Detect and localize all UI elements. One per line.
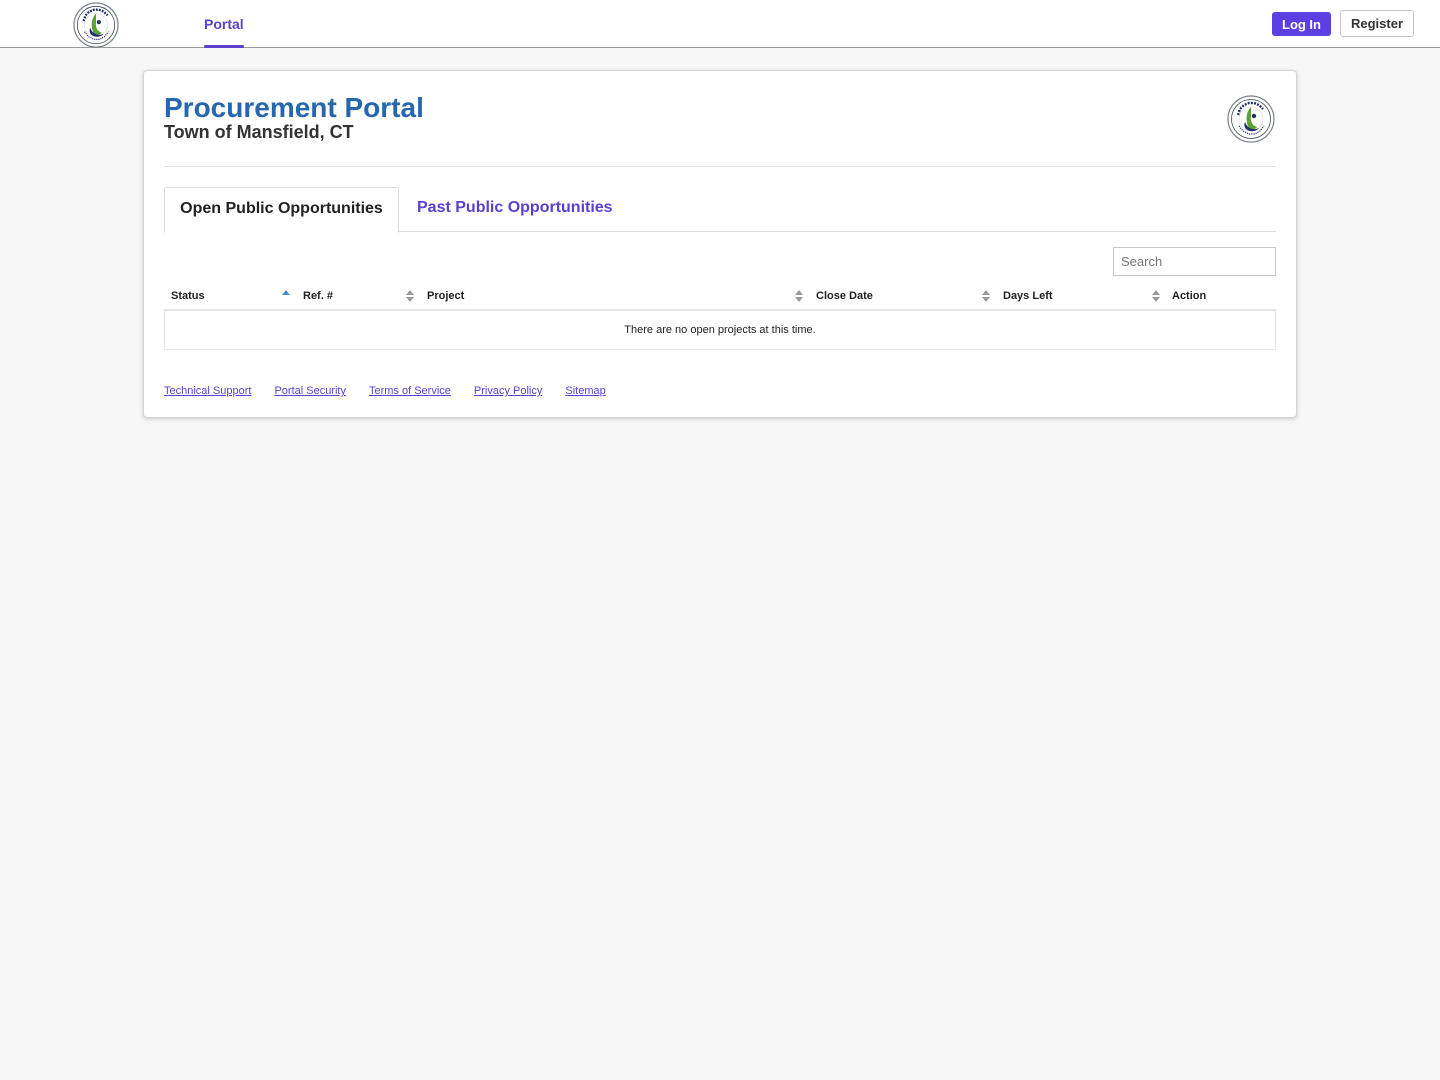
sort-ascending-icon[interactable] xyxy=(282,290,290,303)
footer-link-terms-of-service[interactable]: Terms of Service xyxy=(369,385,451,397)
search-input[interactable] xyxy=(1113,247,1276,276)
header-divider xyxy=(164,166,1276,167)
column-header-close-date[interactable]: Close Date xyxy=(816,283,873,309)
page-subtitle: Town of Mansfield, CT xyxy=(164,122,354,142)
footer-link-portal-security[interactable]: Portal Security xyxy=(274,385,346,397)
footer-link-technical-support[interactable]: Technical Support xyxy=(164,385,251,397)
sort-icon[interactable] xyxy=(406,290,414,303)
column-header-ref[interactable]: Ref. # xyxy=(303,283,333,309)
mansfield-seal-logo-icon[interactable] xyxy=(73,2,119,48)
empty-table-message: There are no open projects at this time. xyxy=(624,324,816,336)
procurement-portal-card: Procurement Portal Town of Mansfield, CT… xyxy=(143,70,1297,418)
sort-icon[interactable] xyxy=(982,290,990,303)
column-header-action[interactable]: Action xyxy=(1172,283,1206,309)
footer-links: Technical Support Portal Security Terms … xyxy=(164,385,606,397)
opportunities-table: Status Ref. # Project Close Date Days Le… xyxy=(164,283,1276,350)
register-button[interactable]: Register xyxy=(1340,10,1414,37)
mansfield-seal-header-icon xyxy=(1227,95,1275,143)
tab-open-public-opportunities[interactable]: Open Public Opportunities xyxy=(164,187,399,233)
nav-portal-link[interactable]: Portal xyxy=(204,0,244,48)
column-header-days-left[interactable]: Days Left xyxy=(1003,283,1053,309)
sort-icon[interactable] xyxy=(795,290,803,303)
footer-link-privacy-policy[interactable]: Privacy Policy xyxy=(474,385,542,397)
page-title: Procurement Portal xyxy=(164,92,424,123)
column-header-status[interactable]: Status xyxy=(171,283,205,309)
table-header-row: Status Ref. # Project Close Date Days Le… xyxy=(164,283,1276,311)
login-button[interactable]: Log In xyxy=(1272,12,1331,36)
footer-link-sitemap[interactable]: Sitemap xyxy=(565,385,605,397)
table-body: There are no open projects at this time. xyxy=(164,311,1276,350)
sort-icon[interactable] xyxy=(1152,290,1160,303)
tab-past-public-opportunities[interactable]: Past Public Opportunities xyxy=(417,187,613,231)
column-header-project[interactable]: Project xyxy=(427,283,464,309)
top-navigation-bar: Portal Log In Register xyxy=(0,0,1440,48)
